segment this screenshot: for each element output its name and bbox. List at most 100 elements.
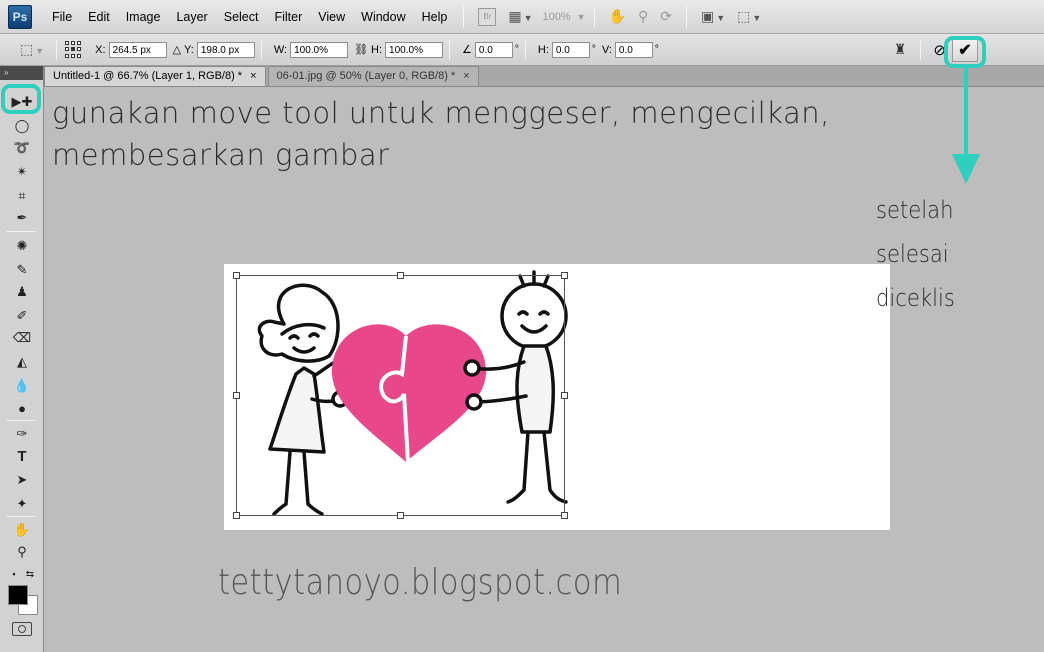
dodge-icon[interactable]: ●: [10, 398, 34, 418]
degree-symbol: °: [591, 44, 596, 55]
photoshop-window: Ps File Edit Image Layer Select Filter V…: [0, 0, 1044, 652]
spot-heal-icon[interactable]: ✺: [10, 236, 34, 256]
menu-edit[interactable]: Edit: [80, 10, 118, 24]
annotation-line: diceklis: [876, 284, 955, 312]
eyedropper-icon[interactable]: ✒: [10, 208, 34, 228]
rotation-field[interactable]: 0.0: [474, 41, 513, 58]
y-label: Y:: [184, 43, 194, 56]
annotation-instruction: gunakan move tool untuk menggeser, menge…: [52, 92, 830, 176]
transform-handle[interactable]: [233, 392, 240, 399]
transform-handle[interactable]: [233, 272, 240, 279]
magic-wand-icon[interactable]: ✴: [10, 162, 34, 182]
swap-colors-icon[interactable]: ⇆: [22, 564, 38, 584]
transform-handle[interactable]: [397, 512, 404, 519]
menu-filter[interactable]: Filter: [266, 10, 310, 24]
menu-help[interactable]: Help: [414, 10, 456, 24]
close-icon[interactable]: ×: [463, 70, 469, 82]
degree-symbol: °: [654, 44, 659, 55]
default-colors-icon[interactable]: ▪: [6, 564, 22, 584]
options-divider: [260, 39, 262, 60]
transform-handle[interactable]: [397, 272, 404, 279]
tab-label: Untitled-1 @ 66.7% (Layer 1, RGB/8) *: [53, 70, 243, 82]
app-logo: Ps: [8, 4, 32, 29]
menu-file[interactable]: File: [44, 10, 80, 24]
options-divider: [920, 39, 922, 60]
angle-icon: ∠: [462, 44, 472, 56]
annotation-line: membesarkan gambar: [52, 138, 390, 172]
quick-mask-icon[interactable]: [12, 622, 32, 636]
crop-tool-icon[interactable]: ⌗: [10, 186, 34, 206]
history-brush-icon[interactable]: ✐: [10, 306, 34, 326]
pen-tool-icon[interactable]: ✑: [10, 424, 34, 444]
transform-handle[interactable]: [561, 512, 568, 519]
options-divider: [56, 39, 58, 60]
options-bar: ⬚ ▼ X: 264.5 px △ Y: 198.0 px W: 100.0% ⛓…: [0, 34, 1044, 66]
close-icon[interactable]: ×: [250, 70, 256, 82]
paint-bucket-icon[interactable]: ◭: [10, 352, 34, 372]
menu-window[interactable]: Window: [353, 10, 413, 24]
zoom-level[interactable]: 100%: [542, 11, 570, 23]
options-divider: [524, 39, 526, 60]
transform-handle[interactable]: [233, 512, 240, 519]
custom-shape-icon[interactable]: ✦: [10, 494, 34, 514]
menu-image[interactable]: Image: [118, 10, 169, 24]
document-canvas[interactable]: [224, 264, 890, 530]
y-position-field[interactable]: 198.0 px: [196, 41, 255, 58]
document-tabs: Untitled-1 @ 66.7% (Layer 1, RGB/8) * × …: [44, 66, 1044, 87]
eraser-icon[interactable]: ⌫: [10, 328, 34, 348]
zoom-icon[interactable]: ⚲: [638, 8, 648, 25]
v-skew-label: V:: [601, 43, 612, 56]
bridge-button[interactable]: Br: [478, 7, 497, 26]
move-tool-highlight: [1, 84, 41, 114]
tools-collapse-icon[interactable]: »: [0, 66, 43, 80]
menu-layer[interactable]: Layer: [168, 10, 215, 24]
type-tool-icon[interactable]: T: [10, 446, 34, 466]
transform-bounding-box[interactable]: [233, 272, 568, 519]
path-select-icon[interactable]: ➤: [10, 470, 34, 490]
tool-preset-icon[interactable]: ⬚ ▼: [20, 41, 44, 58]
zoom-tool-icon[interactable]: ⚲: [10, 542, 34, 562]
marquee-tool-icon[interactable]: ◯: [10, 116, 34, 136]
screen-mode-icon[interactable]: ⬚ ▼: [737, 8, 761, 25]
v-skew-field[interactable]: 0.0: [614, 41, 653, 58]
width-field[interactable]: 100.0%: [290, 41, 349, 58]
width-label: W:: [273, 43, 288, 56]
menubar-divider: [593, 5, 595, 28]
transform-handle[interactable]: [561, 272, 568, 279]
tab-label: 06-01.jpg @ 50% (Layer 0, RGB/8) *: [276, 70, 456, 82]
blog-watermark: tettytanoyo.blogspot.com: [218, 562, 623, 603]
hand-tool-icon[interactable]: ✋: [10, 520, 34, 540]
menu-select[interactable]: Select: [216, 10, 267, 24]
h-skew-label: H:: [537, 43, 549, 56]
x-label: X:: [95, 43, 106, 56]
h-skew-field[interactable]: 0.0: [551, 41, 590, 58]
rotate-view-icon[interactable]: ⟳: [660, 8, 672, 25]
brush-icon[interactable]: ✎: [10, 260, 34, 280]
screen-extras-icon[interactable]: ▦ ▼: [508, 8, 532, 25]
tools-divider: [6, 420, 36, 421]
transform-handle[interactable]: [561, 392, 568, 399]
annotation-commit-note: setelah selesai diceklis: [876, 188, 1024, 320]
hand-icon[interactable]: ✋: [609, 8, 626, 25]
degree-symbol: °: [514, 44, 519, 55]
x-position-field[interactable]: 264.5 px: [108, 41, 167, 58]
clone-stamp-icon[interactable]: ♟: [10, 282, 34, 302]
blur-icon[interactable]: 💧: [10, 376, 34, 396]
lasso-tool-icon[interactable]: ➰: [10, 138, 34, 158]
reference-point-icon[interactable]: [65, 40, 83, 59]
tab-untitled-1[interactable]: Untitled-1 @ 66.7% (Layer 1, RGB/8) * ×: [44, 66, 266, 86]
tools-panel: » ▶✚ ◯ ➰ ✴ ⌗ ✒ ✺ ✎ ♟ ✐ ⌫ ◭ 💧 ● ✑ T ➤ ✦ ✋…: [0, 66, 44, 652]
menubar-divider: [685, 5, 687, 28]
menu-bar: Ps File Edit Image Layer Select Filter V…: [0, 0, 1044, 34]
arrange-documents-icon[interactable]: ▣ ▼: [701, 8, 725, 25]
warp-mode-icon[interactable]: ♜: [894, 41, 907, 58]
foreground-color-swatch[interactable]: [8, 585, 28, 605]
tab-06-01[interactable]: 06-01.jpg @ 50% (Layer 0, RGB/8) * ×: [267, 66, 479, 86]
link-icon[interactable]: ⛓: [354, 43, 368, 56]
options-divider: [449, 39, 451, 60]
delta-icon: △: [172, 44, 182, 56]
height-field[interactable]: 100.0%: [385, 41, 444, 58]
menubar-divider: [463, 5, 465, 28]
height-label: H:: [371, 43, 383, 56]
menu-view[interactable]: View: [310, 10, 353, 24]
